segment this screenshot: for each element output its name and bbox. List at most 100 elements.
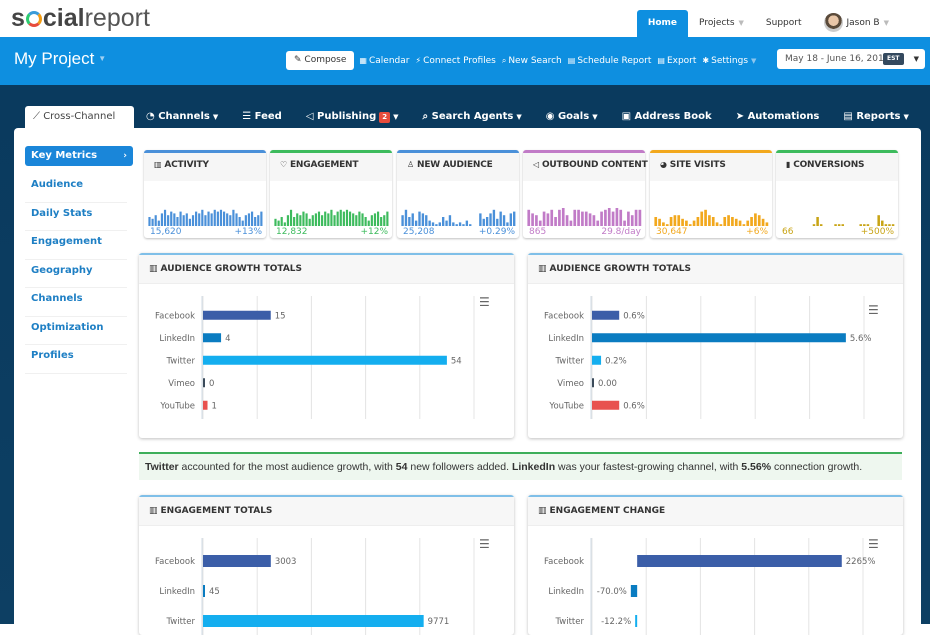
tab-search-agents[interactable]: ⌕ Search Agents ▼ bbox=[411, 106, 534, 129]
sidebar-item-engagement[interactable]: Engagement bbox=[25, 231, 127, 260]
sidebar-item-geography[interactable]: Geography bbox=[25, 260, 127, 288]
kpi-card-outbound-content[interactable]: ◁ OUTBOUND CONTENT 865 29.8/day bbox=[523, 150, 648, 238]
document-icon: ▤ bbox=[567, 55, 576, 65]
sidebar-item-channels[interactable]: Channels bbox=[25, 288, 127, 317]
settings-menu[interactable]: ✱ Settings ▼ bbox=[702, 56, 756, 66]
topnav-home[interactable]: Home bbox=[636, 10, 689, 37]
bar[interactable] bbox=[592, 333, 846, 343]
sparkline-bar bbox=[280, 217, 283, 226]
bar[interactable] bbox=[203, 310, 271, 320]
bar[interactable] bbox=[592, 378, 594, 388]
sparkline-bar bbox=[283, 222, 286, 226]
project-selector[interactable]: My Project ▼ bbox=[14, 49, 106, 69]
bar[interactable] bbox=[592, 355, 602, 365]
topnav-projects[interactable]: Projects ▼ bbox=[688, 10, 755, 37]
tab-address-book[interactable]: ▣ Address Book bbox=[610, 106, 724, 129]
sparkline-bar bbox=[361, 213, 364, 226]
bar[interactable] bbox=[592, 400, 620, 410]
bar[interactable] bbox=[635, 615, 638, 627]
chevron-down-icon: ▼ bbox=[212, 113, 219, 121]
category-label: Facebook bbox=[155, 557, 195, 567]
sparkline-bar bbox=[370, 215, 373, 226]
sparkline-bar bbox=[342, 211, 345, 226]
calendar-link[interactable]: ▦ Calendar bbox=[359, 56, 409, 66]
sparkline-bar bbox=[888, 224, 891, 226]
category-label: YouTube bbox=[159, 401, 195, 411]
user-menu[interactable]: Jason B ▼ bbox=[813, 10, 901, 37]
chevron-down-icon: ▼ bbox=[913, 55, 919, 63]
bar[interactable] bbox=[637, 555, 842, 567]
kpi-card-conversions[interactable]: ▮ CONVERSIONS 66 +500% bbox=[776, 150, 898, 238]
bar[interactable] bbox=[203, 378, 205, 388]
kpi-value: 66 bbox=[782, 227, 794, 237]
bar[interactable] bbox=[203, 333, 222, 343]
sparkline-bar bbox=[204, 215, 207, 226]
kpi-card-new-audience[interactable]: ♙ NEW AUDIENCE 25,208 +0.29% bbox=[397, 150, 519, 238]
sparkline-bar bbox=[765, 222, 769, 226]
tab-goals[interactable]: ◉ Goals ▼ bbox=[534, 106, 610, 129]
sparkline-bar bbox=[546, 213, 550, 226]
sidebar-item-key-metrics[interactable]: Key Metrics › bbox=[25, 146, 133, 166]
kpi-card-activity[interactable]: ▥ ACTIVITY 15,620 +13% bbox=[144, 150, 266, 238]
tab-channels[interactable]: ◔ Channels ▼ bbox=[134, 106, 230, 129]
social-report-logo[interactable]: s cialreport bbox=[11, 4, 150, 33]
category-label: LinkedIn bbox=[159, 334, 195, 344]
compose-button[interactable]: ✎ Compose bbox=[286, 51, 355, 70]
bar[interactable] bbox=[203, 400, 208, 410]
kpi-card-engagement[interactable]: ♡ ENGAGEMENT 12,832 +12% bbox=[270, 150, 392, 238]
bar[interactable] bbox=[630, 585, 638, 597]
sidebar-item-optimization[interactable]: Optimization bbox=[25, 317, 127, 345]
date-range-picker[interactable]: May 18 - June 16, 2017 EST ▼ bbox=[777, 49, 925, 69]
sparkline-bar bbox=[711, 217, 715, 226]
sparkline-bar bbox=[185, 213, 188, 226]
sparkline-bar bbox=[311, 215, 314, 226]
chart-title: ENGAGEMENT TOTALS bbox=[160, 506, 273, 516]
kpi-change: +500% bbox=[860, 227, 894, 237]
export-link[interactable]: ▤ Export bbox=[657, 56, 696, 66]
kpi-header: ▮ CONVERSIONS bbox=[776, 150, 898, 181]
bar[interactable] bbox=[203, 615, 424, 627]
kpi-card-site-visits[interactable]: ◕ SITE VISITS 30,647 +6% bbox=[650, 150, 772, 238]
sparkline-bar bbox=[819, 224, 823, 226]
new-search-link[interactable]: ⌕ New Search bbox=[502, 56, 562, 66]
sparkline-bar bbox=[619, 209, 623, 226]
tab-reports[interactable]: ▤ Reports ▼ bbox=[831, 106, 921, 129]
sparkline-bar bbox=[704, 209, 707, 226]
kpi-change: +13% bbox=[234, 227, 262, 237]
sparkline-bar bbox=[302, 211, 305, 226]
sparkline bbox=[274, 209, 389, 226]
sparkline-bar bbox=[499, 211, 502, 226]
tab-label: Goals bbox=[557, 111, 590, 122]
sparkline-bar bbox=[513, 211, 516, 226]
sparkline-bar bbox=[277, 220, 280, 226]
sidebar-item-profiles[interactable]: Profiles bbox=[25, 345, 127, 374]
connect-profiles-link[interactable]: ⚡ Connect Profiles bbox=[415, 56, 495, 66]
sparkline-bar bbox=[170, 211, 173, 226]
bar[interactable] bbox=[592, 310, 620, 320]
bar-chart-icon: ▥ bbox=[154, 160, 162, 169]
bar[interactable] bbox=[203, 555, 271, 567]
tab-publishing[interactable]: ◁ Publishing 2 ▼ bbox=[294, 106, 411, 129]
sidebar-item-daily-stats[interactable]: Daily Stats bbox=[25, 203, 127, 231]
tab-feed[interactable]: ☰ Feed bbox=[230, 106, 294, 129]
sparkline-bar bbox=[414, 220, 418, 226]
tab-cross-channel[interactable]: ⟋ Cross-Channel bbox=[25, 106, 134, 129]
kpi-header: ◕ SITE VISITS bbox=[650, 150, 772, 181]
sparkline-bar bbox=[489, 213, 492, 226]
sparkline-bar bbox=[506, 222, 509, 226]
schedule-report-link[interactable]: ▤ Schedule Report bbox=[568, 56, 652, 66]
bar[interactable] bbox=[203, 355, 447, 365]
topnav-support[interactable]: Support bbox=[755, 10, 813, 37]
data-label: 15 bbox=[275, 311, 286, 321]
sparkline-bar bbox=[232, 209, 235, 226]
sparkline-bar bbox=[305, 213, 308, 226]
tab-automations[interactable]: ➤ Automations bbox=[724, 106, 832, 129]
sparkline-bar bbox=[151, 218, 154, 226]
sparkline-bar bbox=[761, 218, 765, 226]
sparkline-bar bbox=[561, 208, 565, 226]
sparkline-bar bbox=[669, 217, 673, 226]
sparkline bbox=[148, 209, 263, 226]
sidebar-item-audience[interactable]: Audience bbox=[25, 174, 127, 203]
chevron-down-icon: ▼ bbox=[883, 19, 889, 27]
bar[interactable] bbox=[203, 585, 205, 597]
